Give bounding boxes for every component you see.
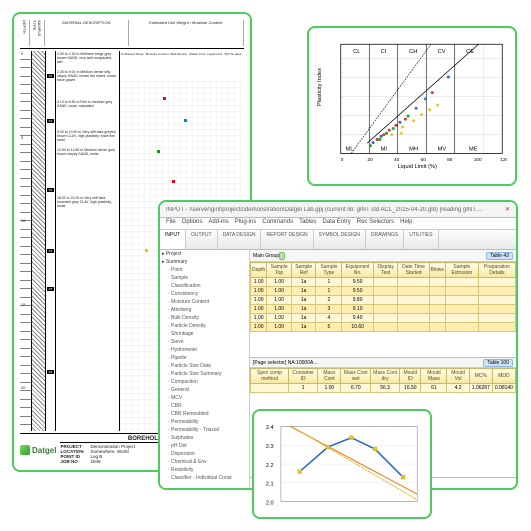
tree-node[interactable]: · Consistency	[160, 290, 249, 298]
tree-node[interactable]: · Classifier - Individual Const	[160, 474, 249, 482]
col-depth: DEPTH	[20, 20, 30, 46]
grid-toolbar: Main Group Table 42	[250, 250, 516, 262]
svg-text:100: 100	[474, 157, 482, 163]
menu-commands[interactable]: Commands	[262, 219, 293, 228]
tree-node[interactable]: · Classification	[160, 282, 249, 290]
tree-node[interactable]: · Bulk Density	[160, 314, 249, 322]
window-titlebar[interactable]: INPUT - \\server\gint\projects\demonstra…	[160, 202, 516, 218]
svg-text:2.1: 2.1	[266, 482, 274, 488]
svg-text:20: 20	[367, 157, 373, 163]
tab-drawings[interactable]: DRAWINGS	[366, 230, 404, 249]
page-selector[interactable]: [Page selector] NA:10000A...	[253, 360, 317, 366]
svg-text:CV: CV	[438, 49, 446, 55]
svg-text:120: 120	[500, 157, 507, 163]
description-column: 0.00 to 2.30 m Methane beige grey brown …	[56, 51, 120, 431]
log-header: DEPTH SAMPLE TYPE MATERIAL DESCRIPTION E…	[20, 20, 244, 49]
menu-file[interactable]: File	[166, 219, 176, 228]
tree-node[interactable]: · Compaction	[160, 378, 249, 386]
tree-node[interactable]: ▸ Project	[160, 250, 249, 258]
sample-grid[interactable]: DepthSample TopSample RefSample TypeEqui…	[250, 262, 516, 332]
svg-text:CI: CI	[381, 49, 387, 55]
plasticity-chart-card: CL CI CH CV CE ML MI MH MV ME Liquid Lim…	[307, 26, 517, 186]
svg-text:MV: MV	[438, 147, 447, 153]
lithology-column	[32, 51, 46, 431]
leaf-icon	[20, 445, 30, 455]
svg-text:CL: CL	[353, 49, 360, 55]
svg-text:Plasticity Index: Plasticity Index	[317, 68, 323, 106]
svg-text:Liquid Limit (%): Liquid Limit (%)	[398, 164, 437, 170]
col-chart-legend: Estimated Unit Weight / Moisture Content	[129, 20, 244, 46]
tree-node[interactable]: · MCV	[160, 394, 249, 402]
tree-node[interactable]: · CBR Remoulded	[160, 410, 249, 418]
datgel-logo: Datgel	[20, 445, 56, 455]
tree-node[interactable]: · Hydrometer	[160, 346, 249, 354]
tab-utilities[interactable]: UTILITIES	[404, 230, 438, 249]
tree-node[interactable]: · pH Det	[160, 442, 249, 450]
tab-data-design[interactable]: DATA DESIGN	[218, 230, 262, 249]
tree-node[interactable]: · CBR	[160, 402, 249, 410]
close-icon[interactable]: ✕	[505, 206, 510, 213]
tree-node[interactable]: · Sulphates	[160, 434, 249, 442]
menu-help[interactable]: Help	[400, 219, 412, 228]
svg-text:2.0: 2.0	[266, 500, 274, 506]
tree-node[interactable]: · General	[160, 386, 249, 394]
svg-text:60: 60	[421, 157, 427, 163]
svg-text:2.4: 2.4	[266, 425, 274, 431]
svg-text:0: 0	[341, 157, 344, 163]
tree-node[interactable]: ▸ Summary	[160, 258, 249, 266]
tab-output[interactable]: OUTPUT	[186, 230, 218, 249]
svg-text:MI: MI	[381, 147, 388, 153]
tree-node[interactable]: · Sieve	[160, 338, 249, 346]
table-tab-2[interactable]: Table 100	[483, 359, 513, 367]
menu-dataentry[interactable]: Data Entry	[322, 219, 350, 228]
plasticity-chart: CL CI CH CV CE ML MI MH MV ME Liquid Lim…	[317, 36, 507, 176]
compaction-curve: 2.4 2.3 2.2 2.1 2.0	[260, 417, 424, 511]
tree-node[interactable]: · Particle Size Summary	[160, 370, 249, 378]
svg-text:CH: CH	[409, 49, 417, 55]
menu-tables[interactable]: Tables	[299, 219, 316, 228]
project-tree[interactable]: ▸ Project▸ Summary· Point· Sample· Class…	[160, 250, 250, 488]
menu-addins[interactable]: Add-ins	[208, 219, 228, 228]
col-desc: MATERIAL DESCRIPTION	[45, 20, 129, 46]
menu-selectors[interactable]: Rec Selectors	[357, 219, 394, 228]
tree-node[interactable]: · Particle Size Data	[160, 362, 249, 370]
detail-grid[interactable]: Spec comp methodContainer IDMass ContMas…	[250, 368, 516, 393]
sample-column: P1 P2 P3 P4 P5 P6	[46, 51, 56, 431]
col-sample: SAMPLE TYPE	[30, 20, 45, 46]
menu-options[interactable]: Options	[182, 219, 203, 228]
tree-node[interactable]: · Particle Density	[160, 322, 249, 330]
tree-node[interactable]: · Permeability - Triaxial	[160, 426, 249, 434]
tree-node[interactable]: · Shrinkage	[160, 330, 249, 338]
svg-text:80: 80	[447, 157, 453, 163]
pointid-select[interactable]	[279, 252, 285, 260]
tree-node[interactable]: · Permeability	[160, 418, 249, 426]
compaction-curve-card: 2.4 2.3 2.2 2.1 2.0	[252, 409, 432, 519]
tree-node[interactable]: · Point	[160, 266, 249, 274]
svg-text:2.3: 2.3	[266, 444, 274, 450]
tree-node[interactable]: · Dispersion	[160, 450, 249, 458]
menu-bar[interactable]: File Options Add-ins Plug-ins Commands T…	[160, 218, 516, 230]
depth-scale: 0 5 10 15 20	[20, 51, 32, 431]
svg-text:CE: CE	[466, 49, 474, 55]
tab-report-design[interactable]: REPORT DESIGN	[261, 230, 313, 249]
svg-text:MH: MH	[409, 147, 418, 153]
svg-text:ME: ME	[469, 147, 478, 153]
tree-node[interactable]: · Resistivity	[160, 466, 249, 474]
tree-node[interactable]: · Moisture Content	[160, 298, 249, 306]
tree-node[interactable]: · Pipette	[160, 354, 249, 362]
tree-node[interactable]: · Sample	[160, 274, 249, 282]
menu-plugins[interactable]: Plug-ins	[235, 219, 257, 228]
svg-text:ML: ML	[346, 147, 354, 153]
svg-text:2.2: 2.2	[266, 463, 274, 469]
tree-node[interactable]: · Chemical & Env	[160, 458, 249, 466]
tab-input[interactable]: INPUT	[160, 230, 186, 249]
window-title: INPUT - \\server\gint\projects\demonstra…	[166, 207, 486, 213]
ribbon-tabs[interactable]: INPUT OUTPUT DATA DESIGN REPORT DESIGN S…	[160, 230, 516, 250]
svg-text:40: 40	[394, 157, 400, 163]
table-tab-1[interactable]: Table 42	[486, 252, 513, 260]
tab-symbol-design[interactable]: SYMBOL DESIGN	[314, 230, 366, 249]
tree-node[interactable]: · Atterberg	[160, 306, 249, 314]
